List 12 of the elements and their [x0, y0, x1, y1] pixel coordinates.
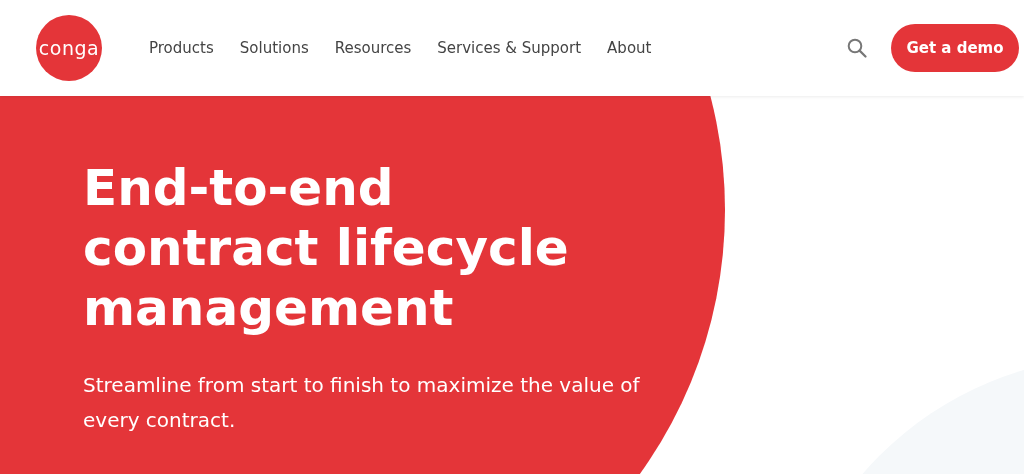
hero-subtitle: Streamline from start to finish to maximize the value of every contract.	[83, 372, 641, 434]
search-icon[interactable]	[847, 38, 867, 58]
get-demo-button[interactable]: Get a demo	[891, 24, 1019, 72]
hero-heading-line: contract lifecycle	[83, 218, 570, 278]
logo[interactable]: conga	[36, 15, 102, 81]
hero-heading-line: End-to-end	[83, 158, 395, 218]
nav-link[interactable]: Products	[136, 39, 227, 57]
nav-link[interactable]: Solutions	[226, 39, 322, 57]
nav-link[interactable]: Resources	[321, 39, 425, 57]
hero-heading-line: management	[83, 278, 455, 338]
nav-link[interactable]: About	[594, 39, 665, 57]
nav-link[interactable]: Services & Support	[424, 39, 595, 57]
